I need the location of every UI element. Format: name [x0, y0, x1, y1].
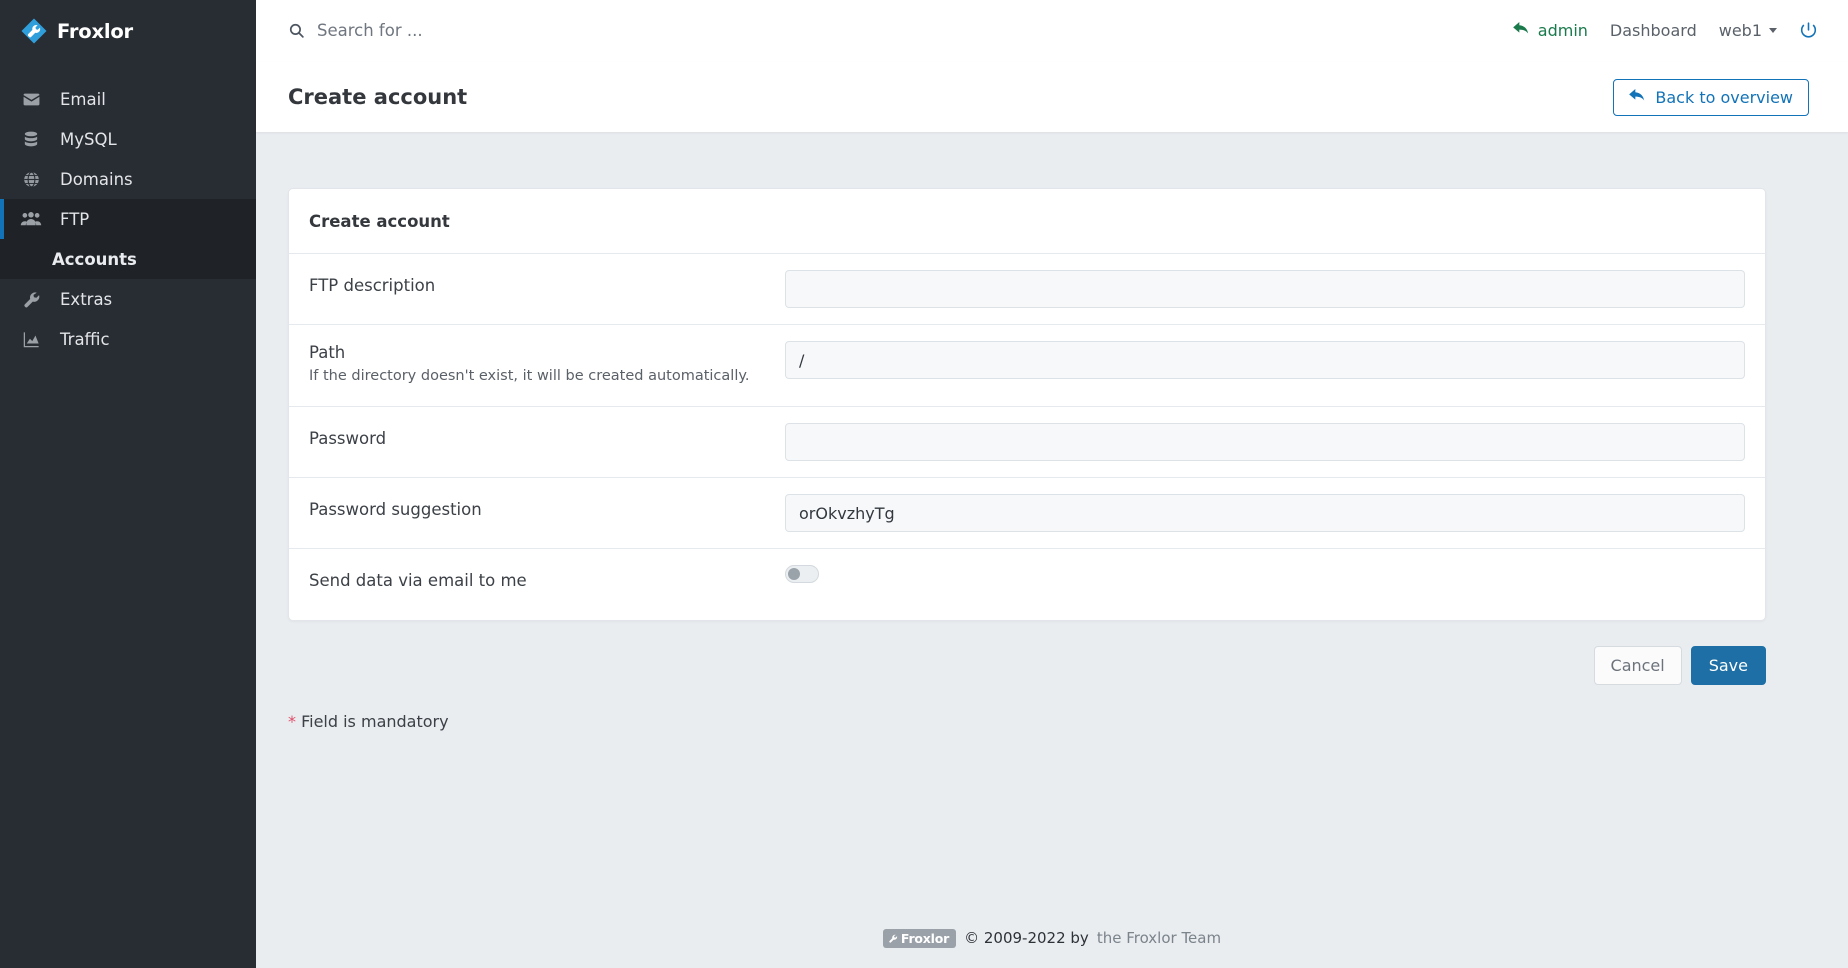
password-suggestion-input[interactable] — [785, 494, 1745, 532]
form-row: Password suggestion — [289, 478, 1765, 549]
search-container[interactable] — [288, 21, 1513, 40]
cancel-button[interactable]: Cancel — [1594, 646, 1682, 685]
froxlor-wrench-logo-icon — [20, 17, 48, 45]
field-hint: If the directory doesn't exist, it will … — [309, 368, 773, 384]
form-row-field — [785, 407, 1745, 477]
form-actions: Cancel Save — [288, 646, 1766, 685]
footer: Froxlor © 2009-2022 by the Froxlor Team — [256, 908, 1848, 968]
save-button[interactable]: Save — [1691, 646, 1766, 685]
sidebar-item-mysql[interactable]: MySQL — [0, 119, 256, 159]
logout-button[interactable] — [1799, 21, 1818, 40]
card-title: Create account — [309, 212, 450, 231]
brand-name: Froxlor — [57, 20, 133, 43]
card-header: Create account — [289, 189, 1765, 254]
password-input[interactable] — [785, 423, 1745, 461]
brand[interactable]: Froxlor — [0, 0, 256, 62]
form-row-label: Password suggestion — [309, 478, 785, 541]
topbar-nav: admin Dashboard web1 — [1513, 21, 1818, 40]
field-label: Path — [309, 343, 773, 362]
send-data-via-email-toggle[interactable] — [785, 565, 819, 583]
page-header: Create account Back to overview — [256, 62, 1848, 132]
sidebar-item-traffic[interactable]: Traffic — [0, 319, 256, 359]
reply-arrow-icon — [1629, 88, 1646, 107]
form-row-field — [785, 325, 1745, 395]
create-account-card: Create account FTP description Path If t — [288, 188, 1766, 621]
app-root: Froxlor Email MySQL Domains — [0, 0, 1848, 968]
form-row: FTP description — [289, 254, 1765, 325]
sidebar: Froxlor Email MySQL Domains — [0, 0, 256, 968]
form-row: Path If the directory doesn't exist, it … — [289, 325, 1765, 407]
dashboard-link[interactable]: Dashboard — [1610, 21, 1697, 40]
form-row-label: FTP description — [309, 254, 785, 317]
search-icon — [288, 22, 305, 39]
sidebar-item-ftp[interactable]: FTP — [0, 199, 256, 239]
page-title: Create account — [288, 85, 467, 109]
form-row-label: Password — [309, 407, 785, 470]
sidebar-item-label: FTP — [60, 210, 89, 229]
sidebar-subitem-label: Accounts — [52, 250, 137, 269]
user-select-label: web1 — [1719, 21, 1762, 40]
mandatory-star: * — [288, 712, 296, 731]
sidebar-item-domains[interactable]: Domains — [0, 159, 256, 199]
footer-copyright: © 2009-2022 by — [964, 929, 1089, 947]
footer-froxlor-badge: Froxlor — [883, 929, 956, 948]
mandatory-text: Field is mandatory — [301, 712, 448, 731]
form-row-field — [785, 254, 1745, 324]
sidebar-item-extras[interactable]: Extras — [0, 279, 256, 319]
footer-team-link[interactable]: the Froxlor Team — [1097, 929, 1221, 947]
form-row: Send data via email to me — [289, 549, 1765, 620]
globe-icon — [20, 170, 42, 189]
field-label: Password suggestion — [309, 500, 773, 519]
path-input[interactable] — [785, 341, 1745, 379]
topbar: admin Dashboard web1 — [256, 0, 1848, 62]
mandatory-note: * Field is mandatory — [288, 712, 1809, 731]
sidebar-item-label: Traffic — [60, 330, 110, 349]
form-row-field — [785, 478, 1745, 548]
field-label: Send data via email to me — [309, 571, 773, 590]
footer-badge-label: Froxlor — [901, 931, 949, 946]
back-to-overview-button[interactable]: Back to overview — [1613, 79, 1809, 116]
chart-area-icon — [20, 330, 42, 349]
toggle-knob — [788, 568, 800, 580]
form-row-label: Path If the directory doesn't exist, it … — [309, 325, 785, 406]
form-row-field — [785, 549, 1745, 599]
sidebar-item-label: Email — [60, 90, 106, 109]
sidebar-nav: Email MySQL Domains FTP — [0, 79, 256, 359]
reply-arrow-icon — [1513, 21, 1530, 40]
wrench-icon — [888, 933, 898, 944]
sidebar-item-label: Extras — [60, 290, 112, 309]
main-area: admin Dashboard web1 Create account Back… — [256, 0, 1848, 968]
sidebar-item-email[interactable]: Email — [0, 79, 256, 119]
sidebar-item-accounts[interactable]: Accounts — [0, 239, 256, 279]
sidebar-item-label: Domains — [60, 170, 133, 189]
wrench-icon — [20, 290, 42, 309]
search-input[interactable] — [317, 21, 737, 40]
form-row: Password — [289, 407, 1765, 478]
admin-label: admin — [1538, 21, 1588, 40]
chevron-down-icon — [1769, 28, 1777, 33]
database-icon — [20, 130, 42, 149]
form-row-label: Send data via email to me — [309, 549, 785, 612]
field-label: Password — [309, 429, 773, 448]
user-select-dropdown[interactable]: web1 — [1719, 21, 1777, 40]
field-label: FTP description — [309, 276, 773, 295]
users-icon — [20, 210, 42, 228]
content-area: Create account FTP description Path If t — [256, 132, 1848, 968]
admin-link[interactable]: admin — [1513, 21, 1588, 40]
ftp-description-input[interactable] — [785, 270, 1745, 308]
envelope-icon — [20, 90, 42, 109]
sidebar-item-label: MySQL — [60, 130, 117, 149]
back-to-overview-label: Back to overview — [1655, 88, 1793, 107]
